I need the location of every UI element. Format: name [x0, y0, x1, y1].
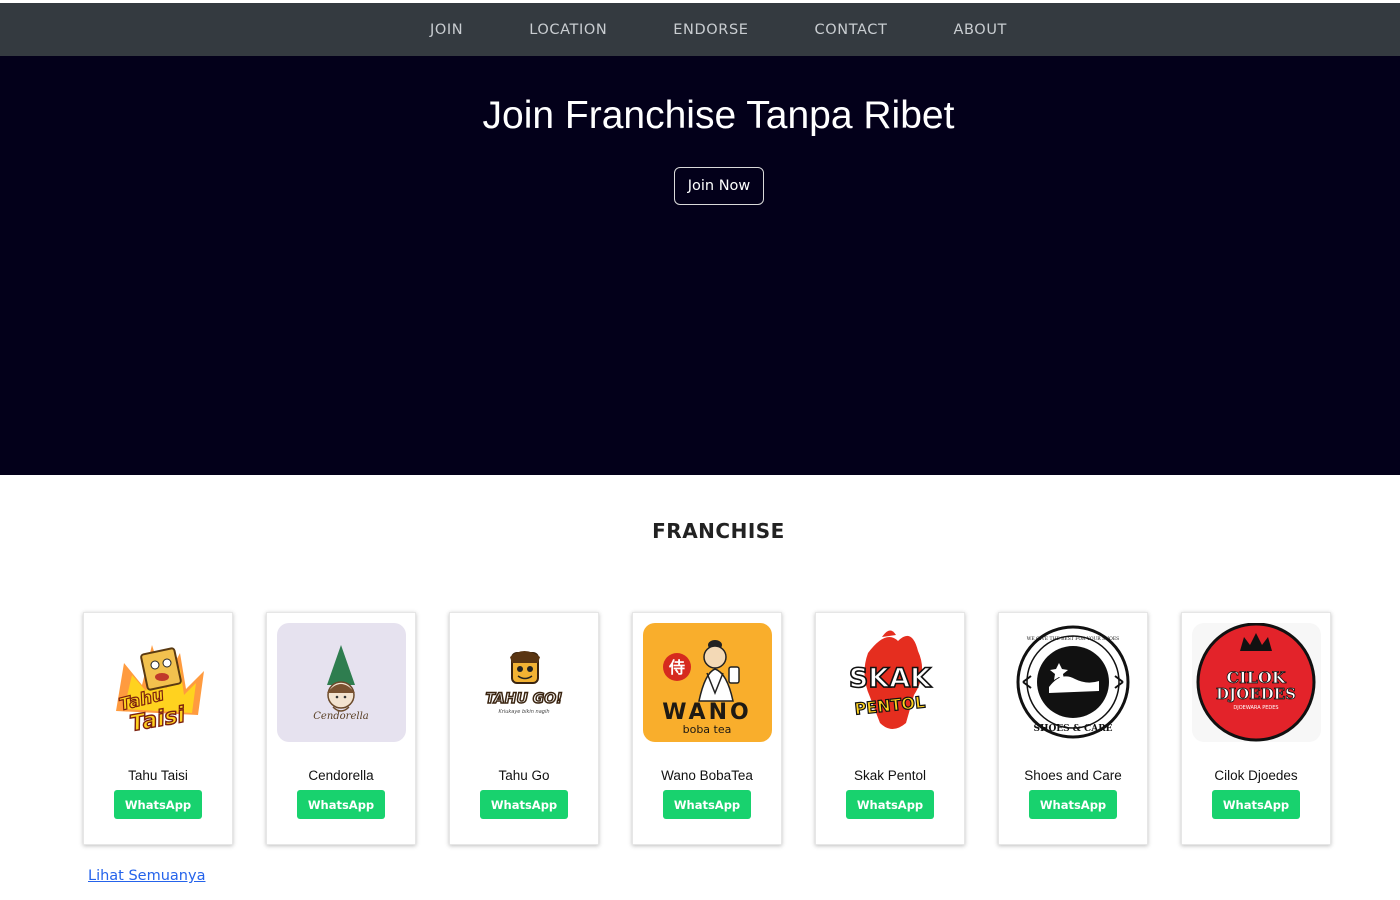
franchise-card-shoes-and-care: SHOES & CARE WE GIVE THE BEST FOR YOUR S…: [998, 612, 1148, 845]
cilok-djoedes-logo: CILOK DJOEDES DJOEWARA PEDES: [1192, 623, 1321, 742]
hero-title: Join Franchise Tanpa Ribet: [482, 94, 955, 137]
join-now-button[interactable]: Join Now: [674, 167, 764, 205]
whatsapp-button[interactable]: WhatsApp: [1029, 790, 1117, 819]
nav-item-join[interactable]: JOIN: [397, 22, 496, 38]
card-name: Cendorella: [308, 768, 374, 783]
svg-text:DJOEWARA PEDES: DJOEWARA PEDES: [1233, 705, 1278, 711]
card-name: Cilok Djoedes: [1214, 768, 1298, 783]
franchise-card-tahu-taisi: Tahu Taisi Tahu Taisi WhatsApp: [83, 612, 233, 845]
nav-item-contact[interactable]: CONTACT: [782, 22, 921, 38]
card-name: Tahu Taisi: [128, 768, 188, 783]
nav-item-about[interactable]: ABOUT: [921, 22, 1041, 38]
franchise-card-skak-pentol: SKAK PENTOL Skak Pentol WhatsApp: [815, 612, 965, 845]
hero-banner: Join Franchise Tanpa Ribet Join Now: [0, 56, 1400, 475]
whatsapp-button[interactable]: WhatsApp: [480, 790, 568, 819]
whatsapp-button[interactable]: WhatsApp: [846, 790, 934, 819]
svg-text:侍: 侍: [668, 658, 685, 677]
franchise-card-list: Tahu Taisi Tahu Taisi WhatsApp Cendorell…: [83, 612, 1331, 845]
see-all-link[interactable]: Lihat Semuanya: [88, 868, 205, 884]
svg-text:PENTOL: PENTOL: [854, 692, 926, 718]
card-name: Tahu Go: [498, 768, 550, 783]
whatsapp-button[interactable]: WhatsApp: [114, 790, 202, 819]
franchise-card-cilok-djoedes: CILOK DJOEDES DJOEWARA PEDES Cilok Djoed…: [1181, 612, 1331, 845]
card-name: Wano BobaTea: [661, 768, 753, 783]
svg-text:WANO: WANO: [662, 700, 751, 725]
nav-item-endorse[interactable]: ENDORSE: [640, 22, 781, 38]
wano-bobatea-logo: 侍 WANO boba tea: [643, 623, 772, 742]
card-name: Shoes and Care: [1024, 768, 1122, 783]
svg-text:SHOES & CARE: SHOES & CARE: [1033, 724, 1112, 734]
franchise-card-wano-bobatea: 侍 WANO boba tea Wano BobaTea WhatsApp: [632, 612, 782, 845]
tahu-go-logo: TAHU GO! Kriukaye bikin nagih: [460, 623, 589, 742]
svg-text:WE GIVE THE BEST FOR YOUR SHOE: WE GIVE THE BEST FOR YOUR SHOES: [1027, 636, 1119, 642]
svg-text:Cendorella: Cendorella: [313, 711, 369, 722]
franchise-section-title: FRANCHISE: [652, 519, 785, 543]
navbar: JOIN LOCATION ENDORSE CONTACT ABOUT: [0, 3, 1400, 56]
nav-list: JOIN LOCATION ENDORSE CONTACT ABOUT: [397, 21, 1040, 39]
svg-text:SKAK: SKAK: [849, 663, 932, 694]
whatsapp-button[interactable]: WhatsApp: [1212, 790, 1300, 819]
whatsapp-button[interactable]: WhatsApp: [297, 790, 385, 819]
tahu-taisi-logo: Tahu Taisi: [94, 623, 223, 742]
franchise-card-cendorella: Cendorella Cendorella WhatsApp: [266, 612, 416, 845]
shoes-and-care-logo: SHOES & CARE WE GIVE THE BEST FOR YOUR S…: [1009, 623, 1138, 742]
whatsapp-button[interactable]: WhatsApp: [663, 790, 751, 819]
svg-text:boba tea: boba tea: [683, 723, 732, 736]
card-name: Skak Pentol: [853, 768, 927, 783]
svg-text:TAHU GO!: TAHU GO!: [485, 691, 562, 707]
svg-text:DJOEDES: DJOEDES: [1216, 685, 1296, 703]
cendorella-logo: Cendorella: [277, 623, 406, 742]
franchise-card-tahu-go: TAHU GO! Kriukaye bikin nagih Tahu Go Wh…: [449, 612, 599, 845]
svg-text:Kriukaye bikin nagih: Kriukaye bikin nagih: [498, 709, 549, 715]
skak-pentol-logo: SKAK PENTOL: [826, 623, 955, 742]
nav-item-location[interactable]: LOCATION: [496, 22, 640, 38]
